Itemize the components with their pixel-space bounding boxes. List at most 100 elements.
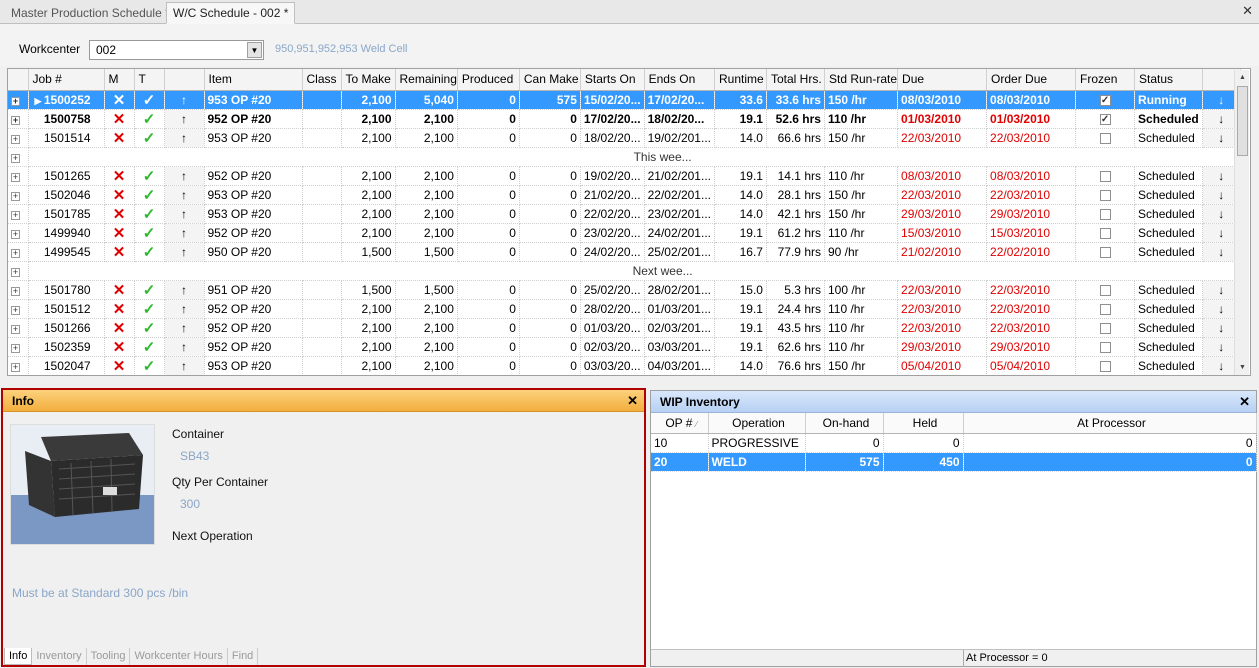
header-move-up[interactable] — [164, 69, 205, 91]
table-row[interactable]: + 1501780 ✕ ✓ ↑ 951 OP #20 1,500 1,500 0 0 25/02/… — [8, 280, 1241, 300]
expand-icon[interactable]: + — [11, 362, 20, 372]
header-item[interactable]: Item — [204, 69, 303, 91]
tab-find[interactable]: Find — [228, 648, 259, 665]
up-arrow-icon[interactable]: ↑ — [164, 109, 205, 129]
up-arrow-icon[interactable]: ↑ — [164, 299, 205, 319]
table-row[interactable]: + 1501265 ✕ ✓ ↑ 952 OP #20 2,100 2,100 0 0 19/02/… — [8, 166, 1241, 186]
up-arrow-icon[interactable]: ↑ — [164, 204, 205, 224]
table-row[interactable]: + 1501785 ✕ ✓ ↑ 953 OP #20 2,100 2,100 0 0 22/02/… — [8, 204, 1241, 224]
frozen-checkbox[interactable] — [1099, 132, 1111, 144]
header-order-due[interactable]: Order Due — [986, 69, 1077, 91]
expand-icon[interactable]: + — [11, 267, 20, 277]
up-arrow-icon[interactable]: ↑ — [164, 280, 205, 300]
expand-icon[interactable]: + — [11, 286, 20, 296]
expand-icon[interactable]: + — [11, 210, 20, 220]
wip-header-onhand[interactable]: On-hand — [805, 413, 884, 434]
header-starts-on[interactable]: Starts On — [580, 69, 645, 91]
header-frozen[interactable]: Frozen — [1075, 69, 1136, 91]
expand-icon[interactable]: + — [11, 172, 20, 182]
expand-icon[interactable]: + — [11, 305, 20, 315]
vertical-scrollbar[interactable]: ▲ ▼ — [1234, 70, 1249, 375]
frozen-checkbox[interactable] — [1099, 227, 1111, 239]
table-row[interactable]: + ▶ 1500252 ✕ ✓ ↑ 953 OP #20 2,100 5,040 0 575 15/… — [8, 90, 1241, 110]
up-arrow-icon[interactable]: ↑ — [164, 318, 205, 338]
table-row[interactable]: + 1501266 ✕ ✓ ↑ 952 OP #20 2,100 2,100 0 0 01/03/… — [8, 318, 1241, 338]
expand-icon[interactable]: + — [11, 96, 20, 106]
up-arrow-icon[interactable]: ↑ — [164, 128, 205, 148]
table-row[interactable]: + 1501512 ✕ ✓ ↑ 952 OP #20 2,100 2,100 0 0 28/02/… — [8, 299, 1241, 319]
tab-workcenter-hours[interactable]: Workcenter Hours — [130, 648, 228, 665]
table-row[interactable]: + 1502046 ✕ ✓ ↑ 953 OP #20 2,100 2,100 0 0 21/02/… — [8, 185, 1241, 205]
table-row[interactable]: + 1500758 ✕ ✓ ↑ 952 OP #20 2,100 2,100 0 0 17/02/… — [8, 109, 1241, 129]
header-runtime[interactable]: Runtime — [714, 69, 767, 91]
frozen-checkbox[interactable] — [1099, 208, 1111, 220]
chevron-down-icon[interactable]: ▼ — [247, 42, 262, 58]
frozen-checkbox[interactable] — [1099, 303, 1111, 315]
up-arrow-icon[interactable]: ↑ — [164, 90, 205, 110]
table-row[interactable]: + 1499545 ✕ ✓ ↑ 950 OP #20 1,500 1,500 0 0 24/02/… — [8, 242, 1241, 262]
expand-icon[interactable]: + — [11, 153, 20, 163]
header-ends-on[interactable]: Ends On — [644, 69, 715, 91]
group-row[interactable]: + Next wee... — [8, 261, 1241, 281]
wip-header-held[interactable]: Held — [883, 413, 964, 434]
group-row[interactable]: + This wee... — [8, 147, 1241, 167]
tab-inventory[interactable]: Inventory — [32, 648, 87, 665]
scroll-down-icon[interactable]: ▼ — [1235, 360, 1250, 375]
frozen-checkbox[interactable] — [1099, 360, 1111, 372]
table-row[interactable]: + 1499940 ✕ ✓ ↑ 952 OP #20 2,100 2,100 0 0 23/02/… — [8, 223, 1241, 243]
expand-icon[interactable]: + — [11, 343, 20, 353]
header-m[interactable]: M — [104, 69, 135, 91]
tab-info[interactable]: Info — [4, 648, 33, 665]
close-icon[interactable]: ✕ — [1239, 391, 1250, 413]
frozen-checkbox[interactable] — [1099, 341, 1111, 353]
table-row[interactable]: + 1502047 ✕ ✓ ↑ 953 OP #20 2,100 2,100 0 0 03/03/… — [8, 356, 1241, 375]
up-arrow-icon[interactable]: ↑ — [164, 166, 205, 186]
expand-icon[interactable]: + — [11, 115, 20, 125]
close-icon[interactable]: ✕ — [627, 390, 638, 412]
frozen-checkbox[interactable]: ✓ — [1099, 113, 1111, 125]
frozen-checkbox[interactable] — [1099, 322, 1111, 334]
up-arrow-icon[interactable]: ↑ — [164, 242, 205, 262]
header-class[interactable]: Class — [302, 69, 342, 91]
frozen-checkbox[interactable] — [1099, 284, 1111, 296]
table-row[interactable]: + 1502359 ✕ ✓ ↑ 952 OP #20 2,100 2,100 0 0 02/03/… — [8, 337, 1241, 357]
header-due[interactable]: Due — [897, 69, 988, 91]
header-remaining[interactable]: Remaining — [395, 69, 458, 91]
up-arrow-icon[interactable]: ↑ — [164, 337, 205, 357]
up-arrow-icon[interactable]: ↑ — [164, 223, 205, 243]
scroll-up-icon[interactable]: ▲ — [1235, 70, 1250, 85]
expand-icon[interactable]: + — [11, 229, 20, 239]
wip-row[interactable]: 10 PROGRESSIVE 0 0 0 — [651, 433, 1257, 453]
header-can-make[interactable]: Can Make — [519, 69, 581, 91]
remaining: 2,100 — [395, 299, 458, 319]
header-produced[interactable]: Produced — [457, 69, 520, 91]
wip-header-operation[interactable]: Operation — [708, 413, 806, 434]
close-icon[interactable]: ✕ — [1242, 3, 1253, 19]
tab-wc-schedule[interactable]: W/C Schedule - 002 * — [166, 2, 296, 24]
up-arrow-icon[interactable]: ↑ — [164, 185, 205, 205]
header-job[interactable]: Job # — [28, 69, 105, 91]
frozen-checkbox[interactable] — [1099, 189, 1111, 201]
workcenter-select[interactable]: 002 ▼ — [89, 40, 264, 60]
expand-icon[interactable]: + — [11, 324, 20, 334]
wip-header-at-processor[interactable]: At Processor — [963, 413, 1257, 434]
expand-icon[interactable]: + — [11, 248, 20, 258]
scroll-thumb[interactable] — [1237, 86, 1248, 156]
frozen-checkbox[interactable]: ✓ — [1099, 94, 1111, 106]
wip-row[interactable]: 20 WELD 575 450 0 — [651, 452, 1257, 472]
tab-master-production-schedule[interactable]: Master Production Schedule * — [4, 2, 177, 24]
wip-header-op[interactable]: OP # ⁄ — [651, 413, 709, 434]
expand-icon[interactable]: + — [11, 191, 20, 201]
frozen-checkbox[interactable] — [1099, 246, 1111, 258]
header-t[interactable]: T — [134, 69, 165, 91]
header-status[interactable]: Status — [1134, 69, 1203, 91]
expand-icon[interactable]: + — [11, 134, 20, 144]
up-arrow-icon[interactable]: ↑ — [164, 356, 205, 375]
header-std-run-rate[interactable]: Std Run-rate — [824, 69, 899, 91]
table-row[interactable]: + 1501514 ✕ ✓ ↑ 953 OP #20 2,100 2,100 0 0 18/02/… — [8, 128, 1241, 148]
header-total-hrs[interactable]: Total Hrs. — [766, 69, 825, 91]
can-make: 0 — [519, 299, 581, 319]
tab-tooling[interactable]: Tooling — [87, 648, 131, 665]
header-to-make[interactable]: To Make — [341, 69, 396, 91]
frozen-checkbox[interactable] — [1099, 170, 1111, 182]
